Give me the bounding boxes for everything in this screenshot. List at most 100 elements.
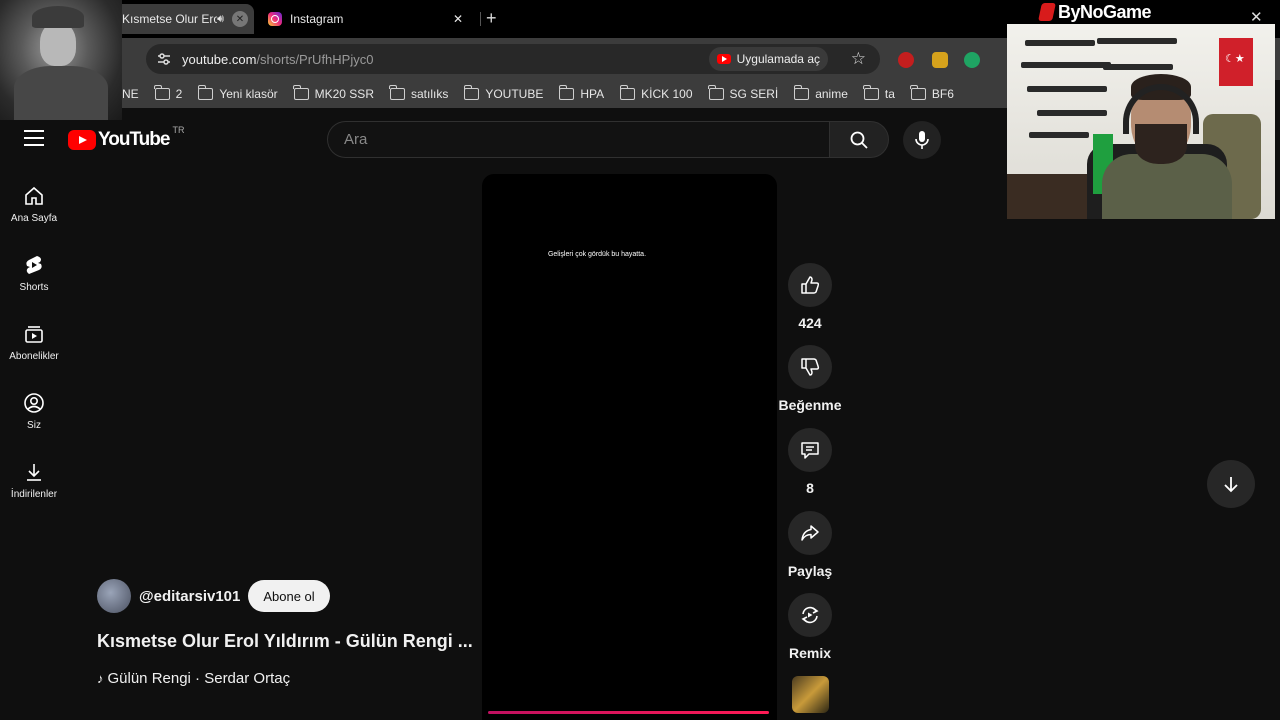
sponsor-name: ByNoGame: [1058, 2, 1152, 22]
folder-icon: [197, 85, 214, 100]
bookmark-folder[interactable]: BF6: [910, 85, 954, 101]
sidebar-item-home[interactable]: Ana Sayfa: [0, 185, 68, 224]
cam-prop: [1027, 86, 1107, 92]
like-button[interactable]: [788, 263, 832, 307]
cam-prop: [1025, 40, 1095, 46]
folder-icon: [863, 85, 879, 100]
music-note-icon: ♪: [97, 671, 104, 686]
sidebar-item-subscriptions[interactable]: Abonelikler: [0, 323, 68, 362]
avatar[interactable]: [97, 579, 131, 613]
dislike-button[interactable]: [788, 345, 832, 389]
you-icon: [24, 393, 44, 413]
folder-icon: [463, 85, 480, 100]
bookmark-label: YOUTUBE: [485, 87, 544, 101]
thumbs-down-icon: [801, 358, 820, 376]
progress-bar[interactable]: [488, 711, 769, 714]
dislike-action[interactable]: Beğenme: [778, 345, 842, 413]
bookmark-label: satılıks: [410, 87, 449, 101]
url-path: /shorts/PrUfhHPjyc0: [256, 51, 374, 67]
dislike-label: Beğenme: [778, 397, 842, 413]
speaker-icon[interactable]: 🔊︎: [217, 13, 224, 26]
close-tab-icon[interactable]: ✕: [450, 11, 466, 27]
bookmark-folder[interactable]: KİCK 100: [619, 85, 693, 101]
bookmark-item[interactable]: NE: [122, 87, 139, 101]
grammarly-icon[interactable]: [964, 52, 980, 68]
voice-search-button[interactable]: [903, 121, 941, 159]
sidebar-item-label: Ana Sayfa: [10, 213, 58, 224]
bookmark-label: KİCK 100: [641, 87, 693, 101]
cam-shelf: [1007, 174, 1087, 219]
open-in-app-label: Uygulamada aç: [736, 52, 820, 66]
shorts-player[interactable]: Gelişleri çok gördük bu hayatta.: [482, 174, 777, 720]
tab-title: Kısmetse Olur Erol Yıldırım: [122, 12, 218, 26]
bookmark-folder[interactable]: HPA: [558, 85, 604, 101]
bookmark-star-icon[interactable]: ☆: [851, 49, 866, 69]
next-video-button[interactable]: [1207, 460, 1255, 508]
share-button[interactable]: [788, 511, 832, 555]
bookmark-folder[interactable]: ta: [863, 85, 895, 101]
folder-icon: [154, 85, 170, 100]
sidebar-item-label: İndirilenler: [10, 489, 58, 500]
address-bar[interactable]: youtube.com/shorts/PrUfhHPjyc0 Uygulamad…: [146, 44, 880, 74]
subscribe-button[interactable]: Abone ol: [248, 580, 330, 612]
folder-icon: [558, 85, 575, 100]
bookmark-folder[interactable]: 2: [154, 85, 183, 101]
sidebar-item-shorts[interactable]: Shorts: [0, 254, 68, 293]
tab-title: Instagram: [290, 12, 344, 26]
search-button[interactable]: [829, 121, 889, 158]
comment-action[interactable]: 8: [780, 428, 840, 496]
extension-icon[interactable]: [898, 52, 914, 68]
bookmark-folder[interactable]: SG SERİ: [708, 85, 778, 101]
bookmark-folder[interactable]: satılıks: [389, 85, 449, 101]
home-icon: [25, 186, 43, 205]
channel-name[interactable]: @editarsiv101: [139, 588, 240, 605]
sidebar-item-you[interactable]: Siz: [0, 392, 68, 431]
portrait-cap: [32, 6, 84, 28]
open-in-app-button[interactable]: Uygulamada aç: [708, 47, 828, 71]
remix-action[interactable]: Remix: [780, 593, 840, 661]
folder-icon: [793, 85, 810, 100]
comment-button[interactable]: [788, 428, 832, 472]
bookmark-folder[interactable]: Yeni klasör: [197, 85, 278, 101]
bookmark-label: 2: [175, 87, 183, 101]
remix-icon: [801, 606, 819, 624]
folder-icon: [619, 85, 636, 100]
thumbs-up-icon: [801, 276, 820, 294]
like-count: 424: [798, 315, 822, 331]
search-box: [327, 121, 829, 158]
extension-icon[interactable]: [932, 52, 948, 68]
bookmark-label: BF6: [931, 87, 954, 101]
close-tab-icon[interactable]: ✕: [232, 11, 248, 27]
webcam-overlay: [1007, 24, 1275, 219]
folder-icon: [708, 85, 724, 100]
remix-button[interactable]: [788, 593, 832, 637]
new-tab-icon[interactable]: +: [486, 8, 497, 29]
music-link[interactable]: ♪ Gülün Rengi · Serdar Ortaç: [97, 670, 290, 687]
sidebar-item-label: Shorts: [19, 282, 49, 293]
video-title[interactable]: Kısmetse Olur Erol Yıldırım - Gülün Reng…: [97, 631, 473, 652]
screen: Kısmetse Olur Erol Yıldırım 🔊︎ ✕ Instagr…: [0, 0, 1280, 720]
like-action[interactable]: 424: [780, 263, 840, 331]
share-label: Paylaş: [787, 563, 833, 579]
url-text: youtube.com/shorts/PrUfhHPjyc0: [182, 52, 373, 67]
bookmark-folder[interactable]: MK20 SSR: [293, 85, 374, 101]
comment-count: 8: [806, 480, 814, 496]
folder-icon: [910, 85, 926, 100]
tab-active[interactable]: Kısmetse Olur Erol Yıldırım 🔊︎ ✕: [112, 4, 254, 34]
youtube-wordmark: YouTube: [98, 129, 170, 150]
bookmark-folder[interactable]: YOUTUBE: [463, 85, 544, 101]
bookmark-label: Yeni klasör: [219, 87, 278, 101]
search-input[interactable]: [344, 131, 829, 148]
bookmark-label: anime: [815, 87, 848, 101]
share-action[interactable]: Paylaş: [780, 511, 840, 579]
bookmark-folder[interactable]: anime: [793, 85, 848, 101]
sidebar-item-label: Abonelikler: [9, 351, 59, 362]
hamburger-menu-icon[interactable]: [24, 130, 44, 148]
youtube-logo[interactable]: YouTube TR: [68, 125, 184, 151]
arrow-down-icon: [1224, 477, 1238, 493]
site-settings-icon[interactable]: [156, 51, 172, 67]
url-host: youtube.com: [182, 51, 257, 67]
sound-thumbnail[interactable]: [792, 676, 829, 713]
tab-instagram[interactable]: Instagram ✕: [262, 4, 472, 34]
sidebar-item-downloads[interactable]: İndirilenler: [0, 461, 68, 500]
